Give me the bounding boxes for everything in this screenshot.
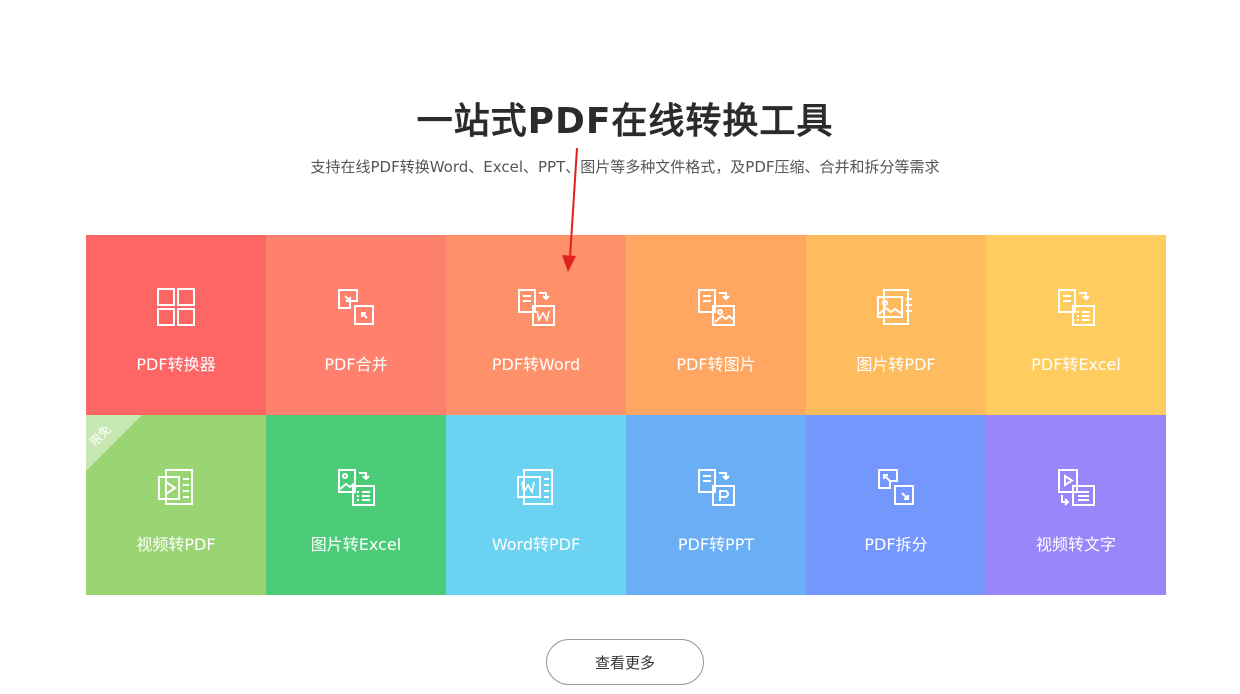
pdf-to-ppt-icon [696, 467, 736, 507]
tool-tile-label: PDF转图片 [676, 355, 756, 374]
tool-tile-word-to-pdf[interactable]: Word转PDF [446, 415, 626, 595]
tool-tile-pdf-converter[interactable]: PDF转换器 [86, 235, 266, 415]
grid-icon [156, 287, 196, 327]
tool-tile-label: 图片转Excel [310, 535, 402, 554]
split-icon [876, 467, 916, 507]
tool-tile-video-to-pdf[interactable]: 限免 视频转PDF [86, 415, 266, 595]
video-to-text-icon [1056, 467, 1096, 507]
tool-tile-image-to-excel[interactable]: 图片转Excel [266, 415, 446, 595]
pdf-to-word-icon [516, 287, 556, 327]
tool-tile-label: 视频转PDF [136, 535, 216, 554]
tool-tile-label: 图片转PDF [856, 355, 936, 374]
tool-tile-label: Word转PDF [491, 535, 581, 554]
tool-tile-label: PDF转Word [491, 355, 581, 374]
tool-tile-pdf-to-word[interactable]: PDF转Word [446, 235, 626, 415]
tool-grid: PDF转换器 PDF合并 PDF转Word PDF转图片 图片转PDF PDF转… [86, 235, 1166, 595]
tool-tile-pdf-to-image[interactable]: PDF转图片 [626, 235, 806, 415]
image-to-pdf-icon [876, 287, 916, 327]
tool-tile-label: PDF转换器 [136, 355, 216, 374]
page-title: 一站式PDF在线转换工具 [416, 101, 834, 142]
tool-tile-label: PDF转Excel [1031, 355, 1121, 374]
tool-tile-label: PDF合并 [324, 355, 388, 374]
pdf-to-excel-icon [1056, 287, 1096, 327]
tool-tile-pdf-to-ppt[interactable]: PDF转PPT [626, 415, 806, 595]
tool-tile-pdf-to-excel[interactable]: PDF转Excel [986, 235, 1166, 415]
tool-tile-label: PDF拆分 [864, 535, 928, 554]
word-to-pdf-icon [516, 467, 556, 507]
tool-tile-pdf-split[interactable]: PDF拆分 [806, 415, 986, 595]
tool-tile-label: 视频转文字 [1035, 535, 1116, 554]
tool-tile-image-to-pdf[interactable]: 图片转PDF [806, 235, 986, 415]
tool-tile-video-to-text[interactable]: 视频转文字 [986, 415, 1166, 595]
pdf-to-image-icon [696, 287, 736, 327]
tool-tile-pdf-merge[interactable]: PDF合并 [266, 235, 446, 415]
tool-tile-label: PDF转PPT [677, 535, 755, 554]
view-more-button[interactable]: 查看更多 [546, 639, 704, 685]
merge-icon [336, 287, 376, 327]
image-to-excel-icon [336, 467, 376, 507]
page-subtitle: 支持在线PDF转换Word、Excel、PPT、图片等多种文件格式，及PDF压缩… [310, 158, 940, 176]
video-to-pdf-icon [156, 467, 196, 507]
